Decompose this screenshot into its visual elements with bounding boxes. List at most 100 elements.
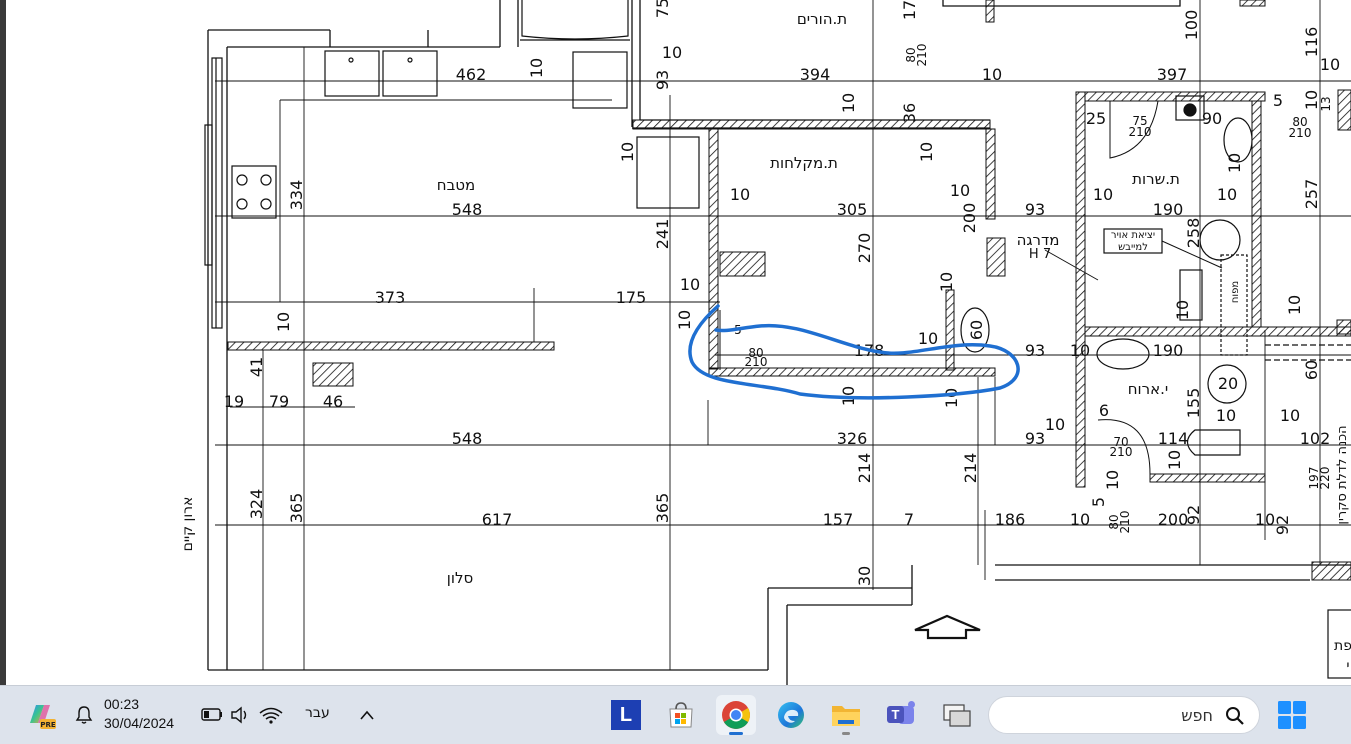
kitchen-label: מטבח: [437, 176, 475, 194]
input-language-indicator[interactable]: עבר: [305, 705, 330, 721]
show-hidden-icons-button[interactable]: [350, 695, 384, 735]
search-icon: [1226, 707, 1244, 725]
svg-text:60: 60: [967, 320, 986, 340]
svg-text:548: 548: [452, 200, 483, 219]
svg-text:326: 326: [837, 429, 868, 448]
l-app-button[interactable]: L: [606, 695, 646, 735]
svg-text:10: 10: [918, 329, 938, 348]
teams-button[interactable]: T: [881, 695, 921, 735]
svg-text:6: 6: [1099, 401, 1109, 420]
svg-text:10: 10: [1103, 470, 1122, 490]
stairs-height-label: H 7: [1029, 247, 1051, 262]
svg-text:10: 10: [1280, 406, 1300, 425]
clock[interactable]: 00:23 30/04/2024: [104, 695, 174, 733]
svg-text:190: 190: [1153, 200, 1184, 219]
svg-text:41: 41: [247, 357, 266, 377]
svg-text:10: 10: [675, 310, 694, 330]
svg-text:10: 10: [1173, 300, 1192, 320]
svg-text:220: 220: [1318, 467, 1332, 490]
svg-text:210: 210: [1110, 445, 1133, 459]
guest-closet-label: י.ארוח: [1128, 380, 1169, 398]
svg-text:10: 10: [527, 58, 546, 78]
chrome-icon: [722, 701, 750, 729]
microsoft-store-button[interactable]: [661, 695, 701, 735]
right-edge-text-2: י: [1346, 658, 1349, 674]
svg-text:92: 92: [1273, 515, 1292, 535]
svg-text:157: 157: [823, 510, 854, 529]
svg-text:394: 394: [800, 65, 831, 84]
svg-text:324: 324: [247, 489, 266, 520]
svg-text:10: 10: [982, 65, 1002, 84]
edge-icon: [778, 702, 804, 728]
svg-text:114: 114: [1158, 429, 1189, 448]
svg-text:10: 10: [1045, 415, 1065, 434]
entrance-arrow: [914, 614, 981, 640]
system-tray-quick-settings[interactable]: [200, 704, 290, 726]
svg-text:7: 7: [904, 510, 914, 529]
svg-text:365: 365: [287, 493, 306, 524]
right-edge-text-1: פת: [1334, 638, 1351, 654]
file-explorer-icon: [832, 706, 860, 726]
svg-text:92: 92: [1184, 505, 1203, 525]
svg-text:10: 10: [1165, 450, 1184, 470]
search-placeholder: חפש: [1181, 706, 1213, 725]
svg-text:373: 373: [375, 288, 406, 307]
svg-text:190: 190: [1153, 341, 1184, 360]
exhaust-label-line1: יציאת אויר: [1111, 230, 1155, 241]
svg-text:305: 305: [837, 200, 868, 219]
svg-text:10: 10: [1070, 341, 1090, 360]
svg-text:10: 10: [942, 388, 961, 408]
svg-text:365: 365: [653, 493, 672, 524]
svg-text:155: 155: [1184, 388, 1203, 419]
taskbar-search-box[interactable]: חפש: [988, 696, 1260, 734]
svg-text:270: 270: [855, 233, 874, 264]
svg-text:548: 548: [452, 429, 483, 448]
copilot-button[interactable]: PRE: [20, 695, 60, 735]
svg-text:PRE: PRE: [40, 721, 56, 729]
svg-text:214: 214: [855, 453, 874, 484]
service-wc-label: ת.שרות: [1132, 170, 1180, 188]
pdf-viewer-canvas[interactable]: מטבח ת.הורים ת.מקלחות מדרגה H 7 ת.שרות י…: [0, 0, 1351, 685]
svg-text:10: 10: [274, 312, 293, 332]
svg-text:60: 60: [1302, 360, 1321, 380]
chrome-button[interactable]: [716, 695, 756, 735]
svg-text:10: 10: [1320, 55, 1340, 74]
screen-door-note: הכנה לדלת סקרין: [1335, 425, 1350, 524]
svg-text:10: 10: [1285, 295, 1304, 315]
svg-text:617: 617: [482, 510, 513, 529]
svg-text:19: 19: [224, 392, 244, 411]
svg-text:30: 30: [855, 566, 874, 586]
svg-text:10: 10: [618, 142, 637, 162]
start-icon: [1278, 701, 1306, 729]
svg-text:214: 214: [961, 453, 980, 484]
living-room-label: סלון: [447, 569, 473, 587]
svg-text:10: 10: [1225, 153, 1244, 173]
svg-text:210: 210: [915, 44, 929, 67]
shaft-label: מפוח: [1230, 281, 1241, 303]
existing-closet-label: ארון קיים: [180, 497, 196, 552]
svg-text:210: 210: [745, 355, 768, 369]
svg-text:397: 397: [1157, 65, 1188, 84]
svg-text:17: 17: [900, 0, 919, 20]
start-button[interactable]: [1272, 695, 1312, 735]
exhaust-label-line2: למייבש: [1118, 242, 1148, 253]
l-app-icon: L: [611, 700, 641, 730]
edge-button[interactable]: [771, 695, 811, 735]
notifications-button[interactable]: [66, 695, 102, 735]
svg-text:20: 20: [1218, 374, 1238, 393]
file-explorer-button[interactable]: [826, 695, 866, 735]
svg-text:210: 210: [1289, 126, 1312, 140]
task-view-button[interactable]: [936, 695, 976, 735]
svg-text:5: 5: [1089, 497, 1108, 507]
svg-text:93: 93: [1025, 341, 1045, 360]
chevron-up-icon: [360, 710, 374, 720]
showers-label: ת.מקלחות: [770, 154, 838, 172]
svg-text:102: 102: [1300, 429, 1331, 448]
svg-text:257: 257: [1302, 179, 1321, 210]
svg-text:10: 10: [1217, 185, 1237, 204]
clock-date: 30/04/2024: [104, 715, 175, 731]
svg-text:79: 79: [269, 392, 289, 411]
svg-text:116: 116: [1302, 27, 1321, 58]
svg-text:241: 241: [653, 219, 672, 250]
svg-text:36: 36: [900, 103, 919, 123]
